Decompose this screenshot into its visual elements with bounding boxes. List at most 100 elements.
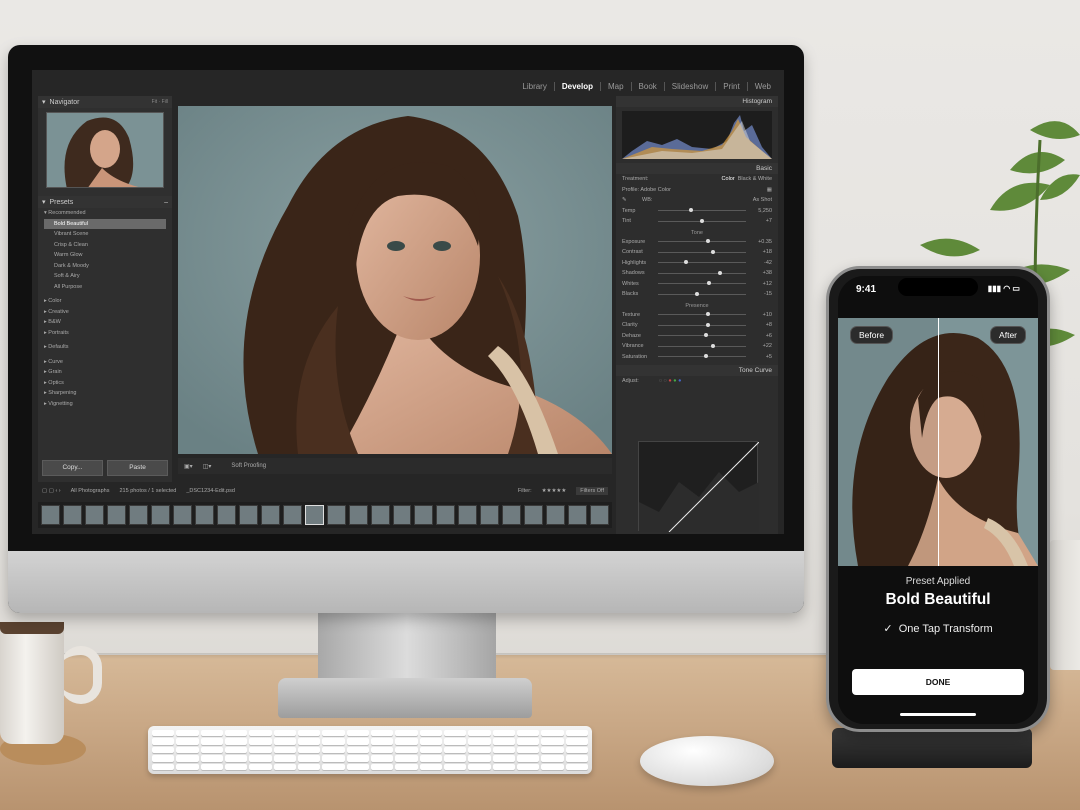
slider-thumb[interactable] — [710, 249, 715, 254]
film-thumb[interactable] — [524, 505, 544, 525]
slider-track[interactable] — [658, 312, 746, 317]
film-thumb[interactable] — [106, 505, 126, 525]
slider-thumb[interactable] — [688, 208, 693, 213]
film-thumb[interactable] — [304, 505, 324, 525]
module-develop[interactable]: Develop — [555, 82, 601, 91]
compare-divider[interactable] — [938, 318, 939, 566]
filters-off-select[interactable]: Filters Off — [576, 487, 608, 495]
slider-thumb[interactable] — [703, 354, 708, 359]
slider-value[interactable]: +22 — [750, 343, 772, 349]
navigator-thumbnail[interactable] — [46, 112, 164, 188]
tone-curve-header[interactable]: Tone Curve — [616, 365, 778, 376]
curve-channel-icons[interactable]: ◌ ◌ ● ● ● — [659, 378, 682, 384]
preset-group-bw[interactable]: ▸ B&W — [44, 317, 166, 328]
slider-thumb[interactable] — [717, 270, 722, 275]
slider-track[interactable] — [658, 354, 746, 359]
film-thumb[interactable] — [128, 505, 148, 525]
main-photo[interactable] — [178, 106, 612, 454]
film-thumb[interactable] — [172, 505, 192, 525]
preset-group-vignetting[interactable]: ▸ Vignetting — [44, 399, 166, 410]
slider-thumb[interactable] — [706, 239, 711, 244]
film-thumb[interactable] — [216, 505, 236, 525]
module-map[interactable]: Map — [601, 82, 632, 91]
treatment-color-button[interactable]: Color — [722, 176, 735, 182]
module-web[interactable]: Web — [748, 82, 778, 91]
before-after-icon[interactable]: ◫▾ — [203, 463, 212, 470]
slider-value[interactable]: +10 — [750, 312, 772, 318]
slider-value[interactable]: -15 — [750, 291, 772, 297]
zoom-options[interactable]: Fit · Fill — [152, 99, 168, 105]
preset-group-color[interactable]: ▸ Color — [44, 296, 166, 307]
slider-track[interactable] — [658, 218, 746, 223]
film-thumb[interactable] — [458, 505, 478, 525]
film-thumb[interactable] — [326, 505, 346, 525]
preset-group-recommended[interactable]: ▾ Recommended — [44, 208, 166, 219]
preset-item[interactable]: Warm Glow — [44, 250, 166, 261]
tone-curve[interactable] — [638, 441, 760, 533]
film-thumb[interactable] — [502, 505, 522, 525]
slider-value[interactable]: +5 — [750, 354, 772, 360]
treatment-bw-button[interactable]: Black & White — [738, 176, 772, 182]
module-slideshow[interactable]: Slideshow — [665, 82, 717, 91]
grid-view-icon[interactable]: ▢ ▢ ‹ › — [42, 488, 61, 494]
film-thumb[interactable] — [282, 505, 302, 525]
wb-select[interactable]: As Shot — [753, 197, 772, 203]
preset-group-defaults[interactable]: ▸ Defaults — [44, 342, 166, 353]
film-thumb[interactable] — [436, 505, 456, 525]
preset-group-sharpening[interactable]: ▸ Sharpening — [44, 388, 166, 399]
module-print[interactable]: Print — [716, 82, 748, 91]
film-thumb[interactable] — [260, 505, 280, 525]
preset-group-grain[interactable]: ▸ Grain — [44, 367, 166, 378]
film-thumb[interactable] — [568, 505, 588, 525]
film-thumb[interactable] — [41, 505, 60, 525]
film-thumb[interactable] — [414, 505, 434, 525]
histogram-header[interactable]: Histogram — [616, 96, 778, 107]
slider-track[interactable] — [658, 208, 746, 213]
film-thumb[interactable] — [546, 505, 566, 525]
paste-button[interactable]: Paste — [107, 460, 168, 476]
basic-header[interactable]: Basic — [616, 163, 778, 174]
presets-header[interactable]: ▾ Presets – — [38, 196, 172, 208]
profile-select[interactable]: Profile: Adobe Color — [622, 187, 671, 193]
film-thumb[interactable] — [370, 505, 390, 525]
film-thumb[interactable] — [84, 505, 104, 525]
preset-item[interactable]: Soft & Airy — [44, 271, 166, 282]
film-thumb[interactable] — [150, 505, 170, 525]
slider-track[interactable] — [658, 249, 746, 254]
preset-item[interactable]: Bold Beautiful — [44, 218, 166, 229]
done-button[interactable]: DONE — [852, 669, 1024, 695]
view-mode-icon[interactable]: ▣▾ — [184, 463, 193, 470]
slider-thumb[interactable] — [703, 333, 708, 338]
slider-value[interactable]: +12 — [750, 281, 772, 287]
film-thumb[interactable] — [62, 505, 82, 525]
profile-row[interactable]: Profile: Adobe Color ▦ — [616, 185, 778, 196]
profile-grid-icon[interactable]: ▦ — [767, 187, 772, 193]
slider-track[interactable] — [658, 260, 746, 265]
navigator-header[interactable]: ▾ Navigator Fit · Fill — [38, 96, 172, 108]
module-library[interactable]: Library — [515, 82, 555, 91]
slider-value[interactable]: +8 — [750, 322, 772, 328]
slider-track[interactable] — [658, 270, 746, 275]
slider-thumb[interactable] — [705, 322, 710, 327]
slider-thumb[interactable] — [710, 343, 715, 348]
slider-thumb[interactable] — [700, 218, 705, 223]
slider-value[interactable]: +7 — [750, 218, 772, 224]
slider-track[interactable] — [658, 239, 746, 244]
slider-value[interactable]: +18 — [750, 249, 772, 255]
eyedropper-icon[interactable]: ✎ — [622, 197, 642, 203]
slider-value[interactable]: +0.35 — [750, 239, 772, 245]
film-thumb[interactable] — [480, 505, 500, 525]
preset-group-creative[interactable]: ▸ Creative — [44, 307, 166, 318]
film-thumb[interactable] — [194, 505, 214, 525]
slider-value[interactable]: +6 — [750, 333, 772, 339]
preset-item[interactable]: All Purpose — [44, 282, 166, 293]
slider-track[interactable] — [658, 343, 746, 348]
slider-value[interactable]: -42 — [750, 260, 772, 266]
soft-proofing-toggle[interactable]: Soft Proofing — [231, 463, 266, 469]
slider-thumb[interactable] — [684, 260, 689, 265]
slider-thumb[interactable] — [706, 312, 711, 317]
preset-item[interactable]: Crisp & Clean — [44, 240, 166, 251]
preset-group-curve[interactable]: ▸ Curve — [44, 357, 166, 368]
slider-track[interactable] — [658, 291, 746, 296]
before-after-compare[interactable]: Before After — [838, 318, 1038, 566]
